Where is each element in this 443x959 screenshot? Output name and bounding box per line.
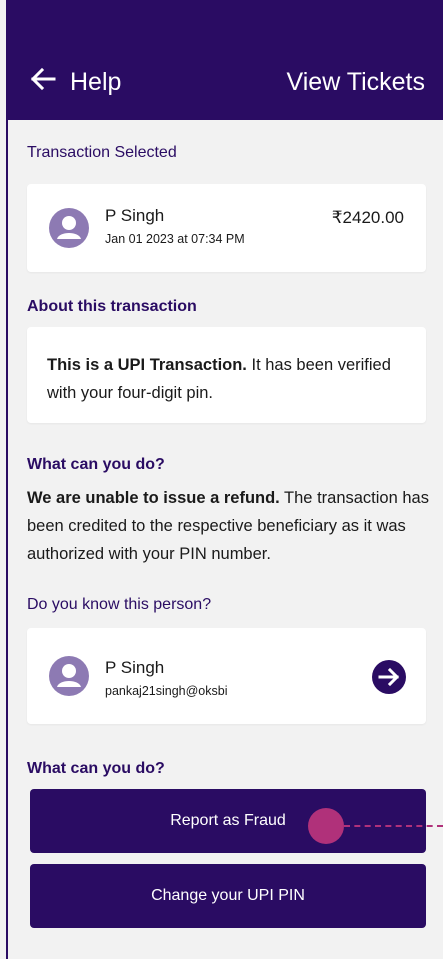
transaction-amount: ₹2420.00	[331, 208, 404, 227]
arrow-right-circle-icon[interactable]	[372, 660, 406, 694]
touch-trail	[344, 825, 443, 827]
user-avatar-icon	[49, 656, 89, 696]
app-header: Help View Tickets	[8, 0, 443, 120]
report-fraud-button[interactable]: Report as Fraud	[30, 789, 426, 853]
left-edge-rule	[6, 0, 8, 959]
about-transaction-text: This is a UPI Transaction. It has been v…	[47, 351, 417, 407]
transaction-card[interactable]: P Singh Jan 01 2023 at 07:34 PM ₹2420.00	[27, 184, 426, 272]
about-transaction-label: About this transaction	[27, 298, 197, 315]
refund-info-bold: We are unable to issue a refund.	[27, 489, 280, 507]
actions-label: What can you do?	[27, 760, 165, 777]
view-tickets-link[interactable]: View Tickets	[287, 68, 425, 97]
about-transaction-bold: This is a UPI Transaction.	[47, 356, 247, 374]
what-can-you-do-label: What can you do?	[27, 456, 165, 473]
transaction-date: Jan 01 2023 at 07:34 PM	[105, 232, 245, 246]
beneficiary-name: P Singh	[105, 658, 165, 677]
refund-info-text: We are unable to issue a refund. The tra…	[27, 484, 437, 568]
transaction-payee-name: P Singh	[105, 206, 165, 225]
about-transaction-card: This is a UPI Transaction. It has been v…	[27, 327, 426, 423]
user-avatar-icon	[49, 208, 89, 248]
page-title: Help	[70, 68, 122, 96]
change-upi-pin-button[interactable]: Change your UPI PIN	[30, 864, 426, 928]
touch-indicator	[308, 808, 344, 844]
arrow-left-icon[interactable]	[28, 64, 58, 94]
transaction-selected-label: Transaction Selected	[27, 144, 177, 161]
beneficiary-upi-id: pankaj21singh@oksbi	[105, 684, 228, 698]
know-person-label: Do you know this person?	[27, 596, 212, 613]
beneficiary-card[interactable]: P Singh pankaj21singh@oksbi	[27, 628, 426, 724]
